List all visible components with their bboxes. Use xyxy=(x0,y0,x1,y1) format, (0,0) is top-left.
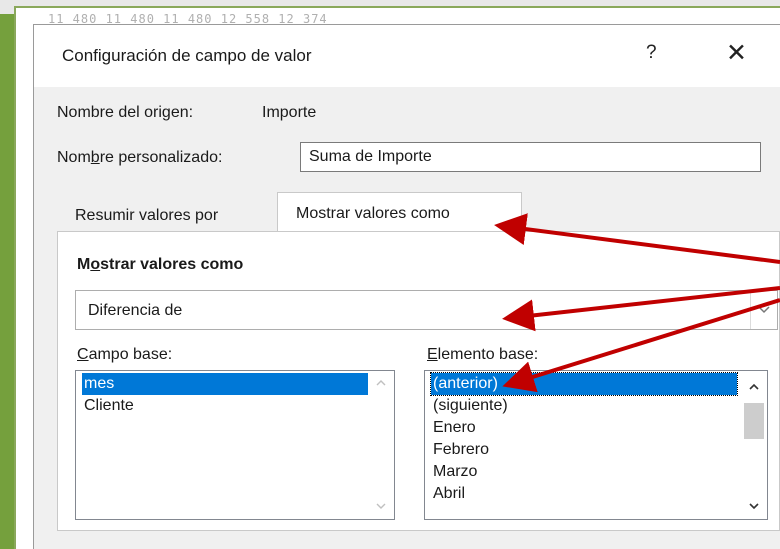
custom-name-label: Nombre personalizado: xyxy=(57,149,223,166)
scroll-down-icon[interactable] xyxy=(368,497,394,517)
title-bar: Configuración de campo de valor ? ✕ xyxy=(34,25,780,87)
base-field-label: Campo base: xyxy=(77,346,173,363)
close-button[interactable]: ✕ xyxy=(726,38,747,68)
tab-panel-show-values-as: Mostrar valores como Diferencia de Campo… xyxy=(57,231,780,531)
scroll-up-icon[interactable] xyxy=(741,377,767,397)
value-field-settings-dialog: Configuración de campo de valor ? ✕ Nomb… xyxy=(33,24,780,549)
list-item[interactable]: Enero xyxy=(431,417,476,439)
scroll-down-icon[interactable] xyxy=(741,497,767,517)
tab-show-values-as[interactable]: Mostrar valores como xyxy=(277,192,522,232)
base-item-list[interactable]: (anterior) (siguiente) Enero Febrero Mar… xyxy=(424,370,768,520)
list-item[interactable]: (siguiente) xyxy=(431,395,508,417)
base-field-list[interactable]: mes Cliente xyxy=(75,370,395,520)
show-values-as-selected: Diferencia de xyxy=(88,302,183,319)
show-values-as-dropdown[interactable]: Diferencia de xyxy=(75,290,778,330)
list-item[interactable]: Cliente xyxy=(82,395,134,417)
source-name-label: Nombre del origen: xyxy=(57,104,194,121)
base-item-label: Elemento base: xyxy=(427,346,539,363)
base-field-scrollbar[interactable] xyxy=(368,371,394,519)
list-item[interactable]: Marzo xyxy=(431,461,477,483)
base-item-scrollbar[interactable] xyxy=(741,371,767,519)
list-item[interactable]: Abril xyxy=(431,483,465,505)
scrollbar-thumb[interactable] xyxy=(744,403,764,439)
chevron-down-icon[interactable] xyxy=(750,291,777,329)
list-item[interactable]: Febrero xyxy=(431,439,489,461)
help-button[interactable]: ? xyxy=(646,42,657,64)
list-item[interactable]: mes xyxy=(82,373,374,395)
list-item[interactable]: (anterior) xyxy=(430,372,738,396)
custom-name-field[interactable]: Suma de Importe xyxy=(300,142,761,172)
show-values-as-heading: Mostrar valores como xyxy=(77,256,244,273)
tab-summarize-values-by[interactable]: Resumir valores por xyxy=(62,203,292,231)
scroll-up-icon[interactable] xyxy=(368,373,394,393)
dialog-title: Configuración de campo de valor xyxy=(62,46,312,65)
source-name-value: Importe xyxy=(262,104,317,121)
